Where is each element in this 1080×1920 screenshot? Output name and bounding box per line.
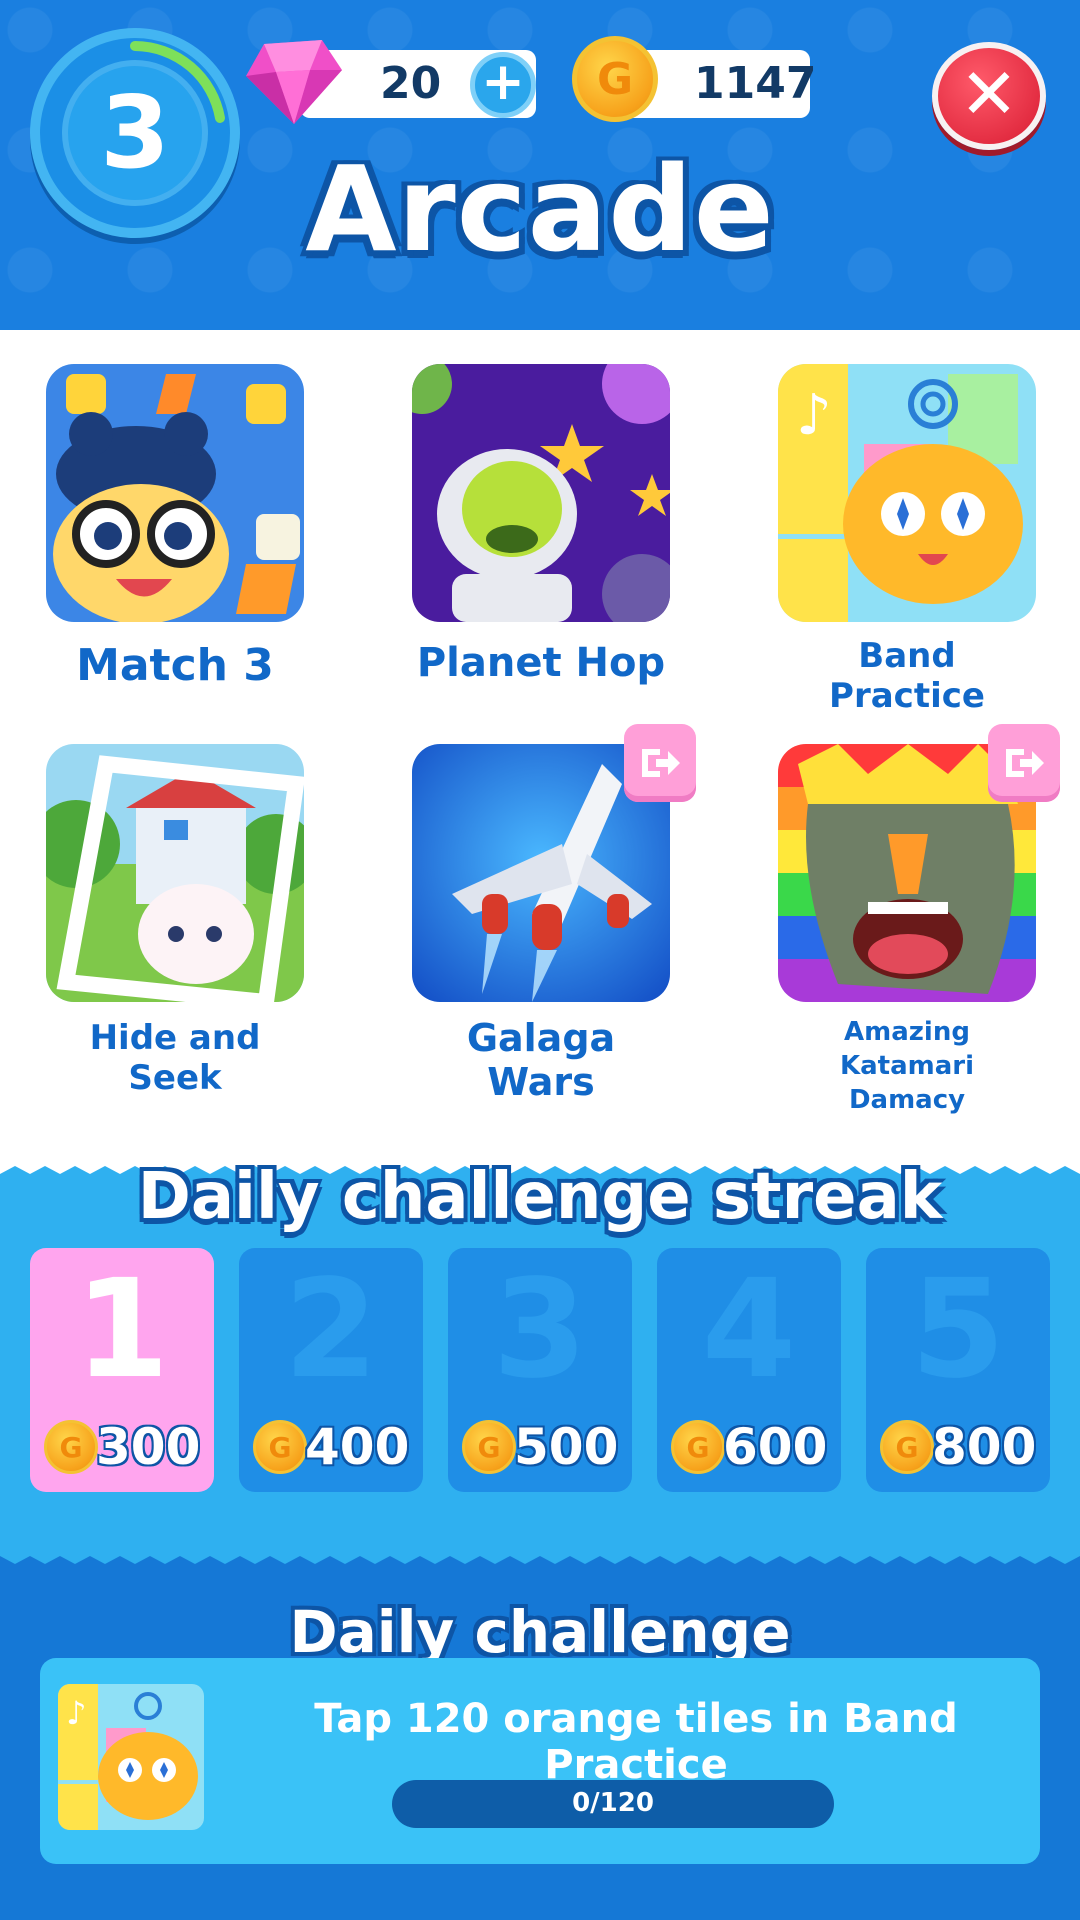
daily-streak-section: Daily challenge streak 1 G 300 2 G 400 3… [0, 1160, 1080, 1570]
coin-icon: G [880, 1420, 934, 1474]
challenge-description: Tap 120 orange tiles in Band Practice [314, 1696, 958, 1788]
external-link-badge[interactable] [988, 724, 1060, 802]
day-reward: G 500 [458, 1416, 630, 1476]
reward-amount: 800 [932, 1418, 1037, 1476]
close-icon: ✕ [959, 53, 1019, 135]
coin-icon: G [253, 1420, 307, 1474]
reward-amount: 600 [723, 1418, 828, 1476]
hide-and-seek-thumbnail [46, 744, 304, 1002]
challenge-title: Daily challenge [289, 1598, 791, 1666]
day-reward: G 300 [40, 1416, 212, 1476]
game-tile-planet-hop[interactable]: Planet Hop [412, 364, 670, 686]
header: 3 20 + 1147 G ✕ Arcade [0, 0, 1080, 330]
external-link-badge[interactable] [624, 724, 696, 802]
reward-amount: 400 [305, 1418, 410, 1476]
game-label: Match 3 [76, 640, 274, 691]
svg-text:♪: ♪ [796, 383, 832, 448]
divider [0, 330, 1080, 344]
plus-icon: + [481, 52, 525, 112]
game-label: Band Practice [829, 636, 985, 716]
daily-challenge-section: Daily challenge ♪ Tap 120 orange tiles i… [0, 1570, 1080, 1920]
progress-text: 0/120 [572, 1788, 654, 1818]
planet-hop-thumbnail [412, 364, 670, 622]
game-tile-band-practice[interactable]: ♪ Band Practice [778, 364, 1036, 716]
day-reward: G 600 [667, 1416, 839, 1476]
coin-icon: G [671, 1420, 725, 1474]
game-label: Galaga Wars [466, 1016, 616, 1104]
day-number: 4 [701, 1251, 797, 1409]
game-tile-hide-and-seek[interactable]: Hide and Seek [46, 744, 304, 1098]
day-number: 2 [283, 1251, 379, 1409]
coin-icon: G [572, 36, 658, 122]
band-practice-thumbnail: ♪ [58, 1684, 204, 1830]
games-grid: Match 3 Planet Hop ♪ Band Practice Hide … [0, 330, 1080, 1160]
streak-day-1: 1 G 300 [30, 1248, 214, 1492]
page-title: Arcade [305, 140, 775, 278]
add-gems-button[interactable]: + [470, 52, 536, 118]
game-label: Planet Hop [416, 640, 666, 686]
day-number: 3 [492, 1251, 588, 1409]
day-reward: G 800 [876, 1416, 1048, 1476]
game-tile-match-3[interactable]: Match 3 [46, 364, 304, 691]
match-3-thumbnail [46, 364, 304, 622]
divider [0, 1556, 1080, 1570]
challenge-progress-bar: 0/120 [392, 1780, 834, 1828]
streak-day-5: 5 G 800 [866, 1248, 1050, 1492]
coin-icon: G [462, 1420, 516, 1474]
gem-count: 20 [380, 58, 442, 109]
coin-count: 1147 [694, 58, 817, 109]
streak-title: Daily challenge streak [137, 1160, 943, 1234]
day-reward: G 400 [249, 1416, 421, 1476]
streak-day-3: 3 G 500 [448, 1248, 632, 1492]
close-button[interactable]: ✕ [932, 42, 1046, 150]
streak-day-4: 4 G 600 [657, 1248, 841, 1492]
reward-amount: 300 [96, 1418, 201, 1476]
svg-text:♪: ♪ [66, 1694, 86, 1732]
game-label: Amazing Katamari Damacy [839, 1017, 975, 1115]
day-number: 1 [74, 1251, 170, 1409]
challenge-card[interactable]: ♪ Tap 120 orange tiles in Band Practice … [40, 1658, 1040, 1864]
band-practice-thumbnail: ♪ [778, 364, 1036, 622]
reward-amount: 500 [514, 1418, 619, 1476]
day-number: 5 [910, 1251, 1006, 1409]
coin-icon: G [44, 1420, 98, 1474]
gem-icon [246, 40, 342, 124]
streak-day-2: 2 G 400 [239, 1248, 423, 1492]
game-label: Hide and Seek [89, 1018, 261, 1098]
external-link-icon [642, 749, 680, 777]
external-link-icon [1006, 749, 1044, 777]
